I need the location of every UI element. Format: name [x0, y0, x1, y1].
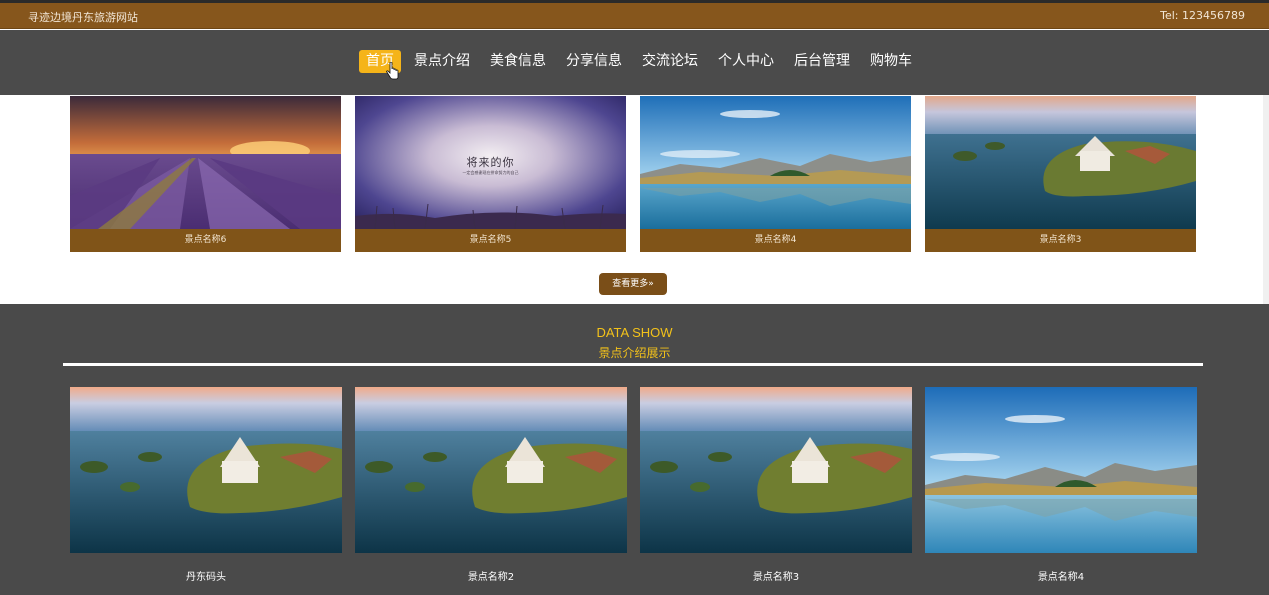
poster-title: 将来的你 — [466, 156, 515, 169]
data-show-section: DATA SHOW 景点介绍展示 丹东码头 景点名称2 景点名称3 景点名称4 — [0, 304, 1269, 595]
attraction-name: 景点名称6 — [70, 229, 341, 252]
attraction-name: 景点名称3 — [752, 572, 800, 583]
island-castle-image[interactable] — [925, 96, 1196, 229]
attraction-card[interactable]: 将来的你 一定会感谢现在拼命努力的自己 景点名称5 — [355, 96, 626, 252]
attraction-card[interactable]: 景点名称4 — [640, 96, 911, 252]
attraction-card[interactable]: 景点名称6 — [70, 96, 341, 252]
attraction-card[interactable]: 景点名称4 — [925, 387, 1197, 593]
attraction-name: 景点名称2 — [467, 572, 515, 583]
view-more-label: 查看更多 — [612, 279, 649, 289]
nav-items: 首页 景点介绍 美食信息 分享信息 交流论坛 个人中心 后台管理 购物车 — [359, 50, 925, 73]
nav-item-attractions[interactable]: 景点介绍 — [407, 50, 477, 73]
attraction-name: 景点名称5 — [355, 229, 626, 252]
site-title: 寻迹边境丹东旅游网站 — [28, 11, 138, 24]
mountain-lake-image[interactable] — [925, 387, 1197, 553]
nav-item-profile[interactable]: 个人中心 — [711, 50, 781, 73]
section-divider — [63, 363, 1203, 366]
nav-item-cart[interactable]: 购物车 — [863, 50, 919, 73]
nav-item-forum[interactable]: 交流论坛 — [635, 50, 705, 73]
poster-subtitle: 一定会感谢现在拼命努力的自己 — [462, 170, 519, 175]
section-title-en: DATA SHOW — [596, 325, 673, 340]
attraction-card[interactable]: 景点名称3 — [925, 96, 1196, 252]
purple-sky-poster-image[interactable]: 将来的你 一定会感谢现在拼命努力的自己 — [355, 96, 626, 229]
view-more-button[interactable]: 查看更多» — [599, 273, 667, 295]
right-edge — [1263, 95, 1269, 304]
section-title-cn: 景点介绍展示 — [598, 346, 671, 360]
mountain-lake-image[interactable] — [640, 96, 911, 229]
island-castle-image[interactable] — [355, 387, 627, 553]
mouse-cursor-icon — [386, 62, 399, 80]
featured-section: 景点名称6 将来的你 一定会感谢现在拼命努力的自己 景点名称5 景点名称4 景点… — [0, 95, 1269, 304]
main-nav: 首页 景点介绍 美食信息 分享信息 交流论坛 个人中心 后台管理 购物车 — [0, 30, 1269, 95]
telephone-text: Tel: 123456789 — [1160, 9, 1245, 22]
attraction-name: 丹东码头 — [186, 572, 226, 583]
double-chevron-right-icon: » — [648, 279, 654, 289]
attraction-name: 景点名称3 — [925, 229, 1196, 252]
page: 寻迹边境丹东旅游网站 Tel: 123456789 首页 景点介绍 美食信息 分… — [0, 0, 1269, 595]
attraction-card[interactable]: 景点名称2 — [355, 387, 627, 593]
attraction-card[interactable]: 景点名称3 — [640, 387, 912, 593]
lavender-sunset-image[interactable] — [70, 96, 341, 229]
nav-item-admin[interactable]: 后台管理 — [787, 50, 857, 73]
attraction-name: 景点名称4 — [640, 229, 911, 252]
island-castle-image[interactable] — [70, 387, 342, 553]
attraction-card[interactable]: 丹东码头 — [70, 387, 342, 593]
top-bar: 寻迹边境丹东旅游网站 Tel: 123456789 — [0, 3, 1269, 29]
island-castle-image[interactable] — [640, 387, 912, 553]
nav-item-share[interactable]: 分享信息 — [559, 50, 629, 73]
nav-item-food[interactable]: 美食信息 — [483, 50, 553, 73]
attraction-name: 景点名称4 — [1037, 572, 1085, 583]
